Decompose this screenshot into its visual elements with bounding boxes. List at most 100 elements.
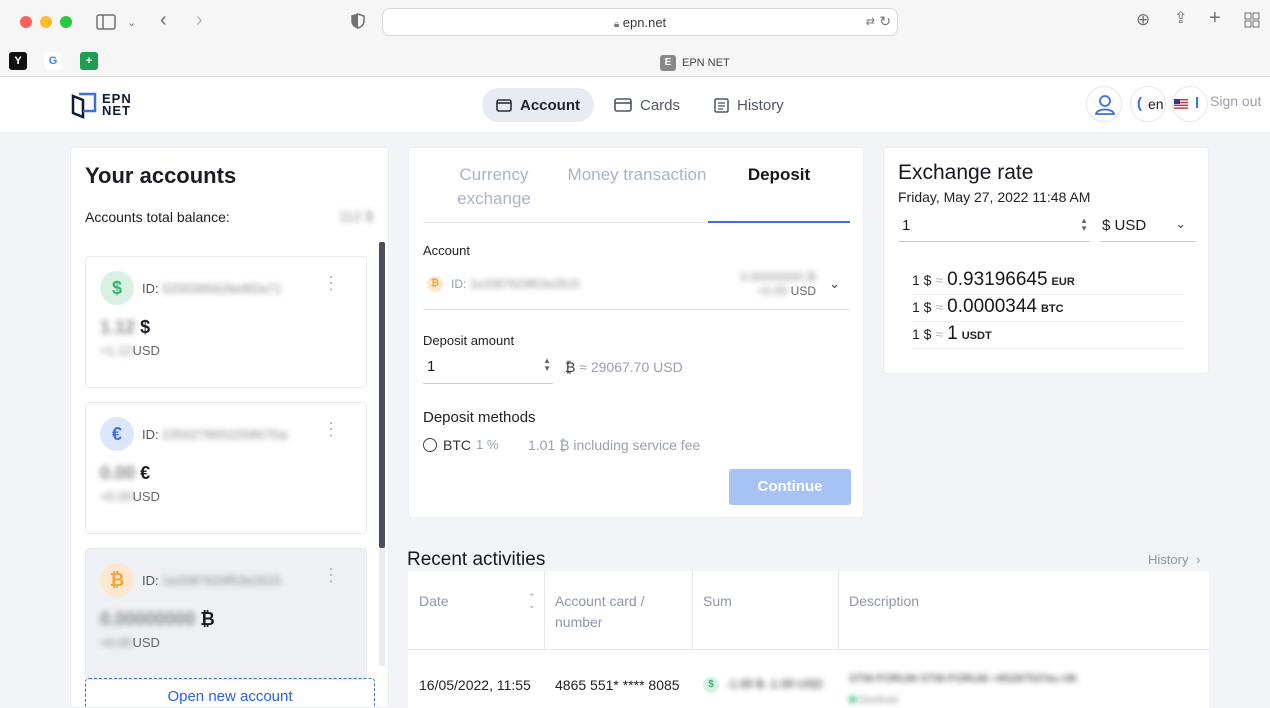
- account-balance: 0.00000000 ₿: [100, 609, 215, 629]
- accounts-total-label: Accounts total balance:: [85, 209, 230, 225]
- chevron-down-icon[interactable]: ⌄: [127, 15, 136, 31]
- address-bar[interactable]: 🔒︎ epn.net ⇄ ↻: [382, 8, 898, 36]
- tab-money-transaction[interactable]: Money transaction: [566, 163, 708, 187]
- more-options-icon[interactable]: ⋮: [322, 274, 340, 292]
- method-name: BTC: [443, 437, 471, 453]
- logo[interactable]: EPN NET: [70, 91, 132, 119]
- chevron-down-icon: ⌄: [1175, 216, 1186, 231]
- nav-cards[interactable]: Cards: [600, 88, 694, 122]
- new-tab-icon[interactable]: +: [1209, 8, 1221, 28]
- account-id: ID: 235027865225867Da: [142, 427, 288, 442]
- logo-icon: [71, 92, 97, 119]
- account-usd-value: ≈1.12USD: [100, 343, 160, 358]
- accounts-title: Your accounts: [85, 163, 237, 188]
- deposit-amount-approx: ₿ ≈ 29067.70 USD: [565, 359, 683, 375]
- row-card: 4865 551* **** 8085: [555, 677, 680, 693]
- bitcoin-coin-icon: ₿: [100, 563, 134, 597]
- language-code[interactable]: en: [1148, 96, 1164, 112]
- account-card-btc[interactable]: ₿ ID: 1e2087629f53e2615 ⋮ 0.00000000 ₿ ≈…: [85, 548, 367, 680]
- stepper-icon[interactable]: ▲ ▼: [543, 357, 551, 373]
- more-options-icon[interactable]: ⋮: [322, 420, 340, 438]
- document-icon: [714, 97, 729, 113]
- nav-account-label: Account: [520, 96, 580, 114]
- tab-currency-exchange[interactable]: Currency exchange: [423, 163, 565, 211]
- scrollbar-thumb[interactable]: [379, 242, 385, 548]
- zoom-window-button[interactable]: [60, 16, 72, 28]
- account-card-usd[interactable]: $ ID: 5200395626e8f2a71 ⋮ 1.12 $ ≈1.12US…: [85, 256, 367, 388]
- column-header-date[interactable]: Date: [419, 591, 449, 612]
- column-header-description: Description: [849, 593, 920, 609]
- tab-overview-icon[interactable]: [1244, 12, 1260, 32]
- method-percent: 1 %: [476, 437, 499, 452]
- window-controls: [20, 16, 72, 28]
- exchange-amount-input[interactable]: 1 ▲ ▼: [898, 212, 1090, 242]
- rate-row-eur: 1 $ ≈ 0.93196645 EUR: [912, 269, 1184, 295]
- continue-button[interactable]: Continue: [729, 469, 851, 505]
- row-status: Declined: [849, 695, 898, 706]
- open-new-account-button[interactable]: Open new account: [85, 678, 375, 707]
- sign-out-link[interactable]: Sign out: [1210, 93, 1261, 109]
- lock-icon: 🔒︎: [613, 19, 620, 30]
- account-select[interactable]: ₿ ID: 1e2087629f53e2615 0.00000000 ₿ ≈0.…: [423, 266, 850, 310]
- exchange-currency-select[interactable]: $ USD ⌄: [1100, 212, 1196, 242]
- column-header-sum: Sum: [703, 593, 732, 609]
- chevron-down-icon[interactable]: ⌄: [829, 276, 840, 292]
- column-divider: [838, 571, 839, 649]
- download-icon[interactable]: ⊕: [1136, 11, 1150, 28]
- user-icon: [1094, 95, 1116, 115]
- stepper-icon[interactable]: ▲ ▼: [1080, 217, 1088, 233]
- euro-coin-icon: €: [100, 417, 134, 451]
- wallet-icon: [496, 99, 512, 112]
- account-id: ID: 1e2087629f53e2615: [142, 573, 282, 588]
- main-nav: Account Cards History: [482, 88, 798, 122]
- tab-favicon: E: [660, 55, 676, 71]
- language-flag-button[interactable]: l: [1172, 86, 1208, 122]
- sidebar-toggle-icon[interactable]: [96, 14, 116, 34]
- tab-title[interactable]: E EPN NET: [660, 55, 730, 71]
- bell-icon: (: [1137, 95, 1142, 112]
- header-divider: [408, 649, 1209, 650]
- deposit-methods-label: Deposit methods: [423, 409, 536, 426]
- bell-icon: l: [1195, 95, 1200, 112]
- bitcoin-coin-icon: ₿: [427, 276, 443, 292]
- history-link[interactable]: History ›: [1148, 552, 1200, 567]
- nav-account[interactable]: Account: [482, 88, 594, 122]
- browser-chrome: ⌄ ‹ › 🔒︎ epn.net ⇄ ↻ ⊕ ⇪ + Y G + E EPN N…: [0, 0, 1270, 77]
- method-fee: 1.01 ₿ including service fee: [528, 437, 701, 453]
- tab-title-text: EPN NET: [682, 57, 730, 69]
- chevron-right-icon: ›: [1196, 552, 1201, 567]
- selected-account-id: ID: 1e2087629f53e2615: [451, 277, 580, 291]
- forward-icon[interactable]: ›: [196, 10, 203, 30]
- deposit-amount-input[interactable]: 1 ▲ ▼: [423, 354, 553, 384]
- share-icon[interactable]: ⇪: [1174, 11, 1187, 27]
- column-header-card: Account card / number: [555, 593, 645, 630]
- sort-icon[interactable]: ⌃ ⌄: [528, 593, 536, 610]
- status-dot: [849, 696, 856, 703]
- account-balance: 1.12 $: [100, 317, 151, 337]
- method-btc-radio[interactable]: [423, 438, 437, 452]
- bookmark-favicon[interactable]: +: [80, 52, 98, 70]
- more-options-icon[interactable]: ⋮: [322, 566, 340, 584]
- account-card-eur[interactable]: € ID: 235027865225867Da ⋮ 0.00 € ≈0.00US…: [85, 402, 367, 534]
- shield-icon[interactable]: [351, 13, 365, 33]
- profile-button[interactable]: [1086, 86, 1122, 122]
- deposit-amount-label: Deposit amount: [423, 333, 515, 348]
- nav-history[interactable]: History: [700, 88, 798, 122]
- nav-cards-label: Cards: [640, 96, 681, 114]
- account-id: ID: 5200395626e8f2a71: [142, 281, 282, 296]
- back-icon[interactable]: ‹: [160, 10, 167, 30]
- row-date: 16/05/2022, 11:55: [419, 677, 531, 693]
- activities-table: Date ⌃ ⌄ Account card / number Sum Descri…: [408, 571, 1209, 708]
- exchange-rate-date: Friday, May 27, 2022 11:48 AM: [898, 189, 1091, 205]
- translate-icon[interactable]: ⇄: [866, 15, 875, 28]
- minimize-window-button[interactable]: [40, 16, 52, 28]
- close-window-button[interactable]: [20, 16, 32, 28]
- nav-history-label: History: [737, 96, 784, 114]
- bookmark-favicon[interactable]: G: [44, 52, 62, 70]
- bookmark-favicon[interactable]: Y: [9, 52, 27, 70]
- tab-deposit[interactable]: Deposit: [708, 163, 850, 187]
- account-usd-value: ≈0.00USD: [100, 489, 160, 504]
- exchange-rate-panel: Exchange rate Friday, May 27, 2022 11:48…: [883, 147, 1209, 374]
- account-label: Account: [423, 243, 470, 258]
- reload-icon[interactable]: ↻: [879, 13, 891, 30]
